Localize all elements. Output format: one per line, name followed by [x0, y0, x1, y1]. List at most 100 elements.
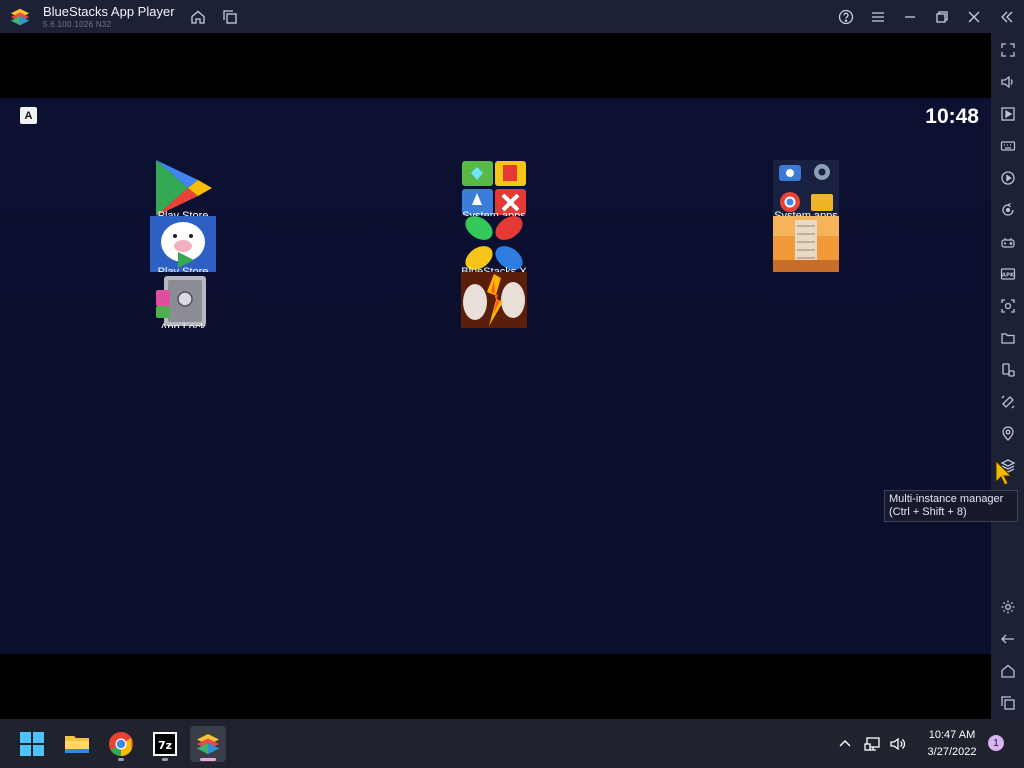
chrome-icon — [109, 732, 133, 756]
bluestacks-icon — [197, 734, 219, 754]
minimize-icon — [905, 16, 915, 18]
screen-record-icon — [1000, 106, 1015, 121]
recents-icon — [1000, 695, 1015, 710]
network-icon[interactable] — [864, 735, 882, 753]
back-button[interactable] — [995, 626, 1020, 651]
sync-button[interactable] — [995, 197, 1020, 222]
app-bluestacks-x[interactable]: BlueStacks X — [461, 216, 527, 272]
windows-taskbar: 7z 10:47 AM 3/27/2022 — [0, 719, 1024, 768]
app-label — [441, 322, 547, 328]
menu-icon — [872, 12, 884, 22]
macro-button[interactable] — [995, 165, 1020, 190]
rotate-icon — [1001, 362, 1015, 377]
app-system-folder[interactable]: System apps — [773, 160, 839, 216]
back-icon — [1000, 634, 1014, 643]
chrome-button[interactable] — [103, 726, 139, 762]
7zip-button[interactable]: 7z — [147, 726, 183, 762]
start-button[interactable] — [14, 726, 50, 762]
show-hidden-icons-icon[interactable] — [836, 735, 854, 753]
app-label — [753, 266, 859, 272]
android-home-button[interactable] — [995, 658, 1020, 683]
close-button[interactable] — [963, 6, 985, 28]
home-button[interactable] — [187, 6, 209, 28]
active-indicator — [200, 758, 216, 761]
fire-app-icon — [461, 272, 527, 328]
game-folder-icon — [462, 161, 526, 215]
windows-start-icon — [20, 732, 44, 756]
keyboard-icon — [1000, 140, 1015, 151]
gamepad-button[interactable] — [995, 229, 1020, 254]
shake-button[interactable] — [995, 389, 1020, 414]
app-building[interactable] — [773, 216, 839, 272]
multi-window-icon — [223, 10, 237, 24]
volume-button[interactable] — [995, 69, 1020, 94]
restore-icon — [936, 11, 948, 23]
running-indicator — [118, 758, 124, 761]
app-play-store[interactable]: Play Store — [150, 160, 216, 216]
app-lock[interactable]: App Lock — [150, 272, 216, 328]
file-explorer-icon — [65, 736, 89, 753]
menu-button[interactable] — [867, 6, 889, 28]
home-icon — [1000, 664, 1015, 678]
bluestacks-x-icon — [465, 216, 523, 270]
fullscreen-button[interactable] — [995, 37, 1020, 62]
restore-button[interactable] — [931, 6, 953, 28]
app-version: 5.6.100.1026 N32 — [43, 20, 112, 29]
keyboard-button[interactable] — [995, 133, 1020, 158]
location-icon — [1001, 425, 1014, 441]
gamepad-icon — [1000, 237, 1015, 248]
7zip-icon: 7z — [153, 732, 177, 756]
bluestacks-taskbar-button[interactable] — [190, 726, 226, 762]
clock-date[interactable]: 3/27/2022 — [918, 746, 986, 758]
multi-window-button[interactable] — [219, 6, 241, 28]
status-notification-icon: A — [20, 107, 37, 124]
svg-text:APK: APK — [1001, 272, 1014, 278]
mouse-cursor-icon — [995, 460, 1013, 486]
volume-icon — [1000, 75, 1013, 88]
folder-icon — [1000, 332, 1015, 344]
settings-icon — [1001, 600, 1014, 613]
android-clock: 10:48 — [925, 105, 979, 128]
rotate-button[interactable] — [995, 357, 1020, 382]
tooltip-title: Multi-instance manager — [889, 493, 1004, 505]
help-button[interactable] — [835, 6, 857, 28]
apk-button[interactable]: APK — [995, 261, 1020, 286]
clock-time[interactable]: 10:47 AM — [920, 729, 984, 741]
shake-icon — [1001, 395, 1014, 408]
app-fire[interactable] — [461, 272, 527, 328]
folder-button[interactable] — [995, 325, 1020, 350]
macro-icon — [1000, 170, 1015, 185]
multi-instance-tooltip: Multi-instance manager (Ctrl + Shift + 8… — [884, 490, 1018, 522]
screen-record-button[interactable] — [995, 101, 1020, 126]
letterbox-bottom — [0, 654, 991, 719]
home-icon — [191, 10, 205, 24]
screenshot-icon — [1000, 298, 1015, 313]
settings-button[interactable] — [995, 594, 1020, 619]
minimize-button[interactable] — [899, 6, 921, 28]
location-button[interactable] — [995, 421, 1020, 446]
collapse-sidebar-icon — [1001, 11, 1013, 23]
volume-tray-icon[interactable] — [889, 735, 907, 753]
android-home-screen[interactable]: A 10:48 Play Store System apps System ap… — [0, 98, 991, 654]
app-label: App Lock — [160, 322, 206, 328]
recents-button[interactable] — [995, 690, 1020, 715]
bluestacks-logo-icon — [10, 8, 30, 26]
collapse-sidebar-button[interactable] — [996, 6, 1018, 28]
apk-icon: APK — [1000, 267, 1015, 280]
app-game-folder[interactable]: System apps — [461, 160, 527, 216]
window-title: BlueStacks App Player — [43, 4, 175, 19]
app-pig[interactable]: Play Store — [150, 216, 216, 272]
system-apps-folder-icon — [773, 160, 839, 216]
fullscreen-icon — [1000, 42, 1015, 57]
right-toolbar: APK — [991, 33, 1024, 719]
notification-badge[interactable]: 1 — [988, 735, 1004, 751]
title-bar: BlueStacks App Player 5.6.100.1026 N32 — [0, 0, 1024, 33]
svg-text:7z: 7z — [158, 739, 172, 752]
screenshot-button[interactable] — [995, 293, 1020, 318]
letterbox-top — [0, 33, 991, 98]
file-explorer-button[interactable] — [59, 726, 95, 762]
app-lock-icon — [156, 276, 206, 326]
close-icon — [968, 11, 980, 23]
pig-app-icon — [150, 216, 216, 272]
building-app-icon — [773, 216, 839, 272]
